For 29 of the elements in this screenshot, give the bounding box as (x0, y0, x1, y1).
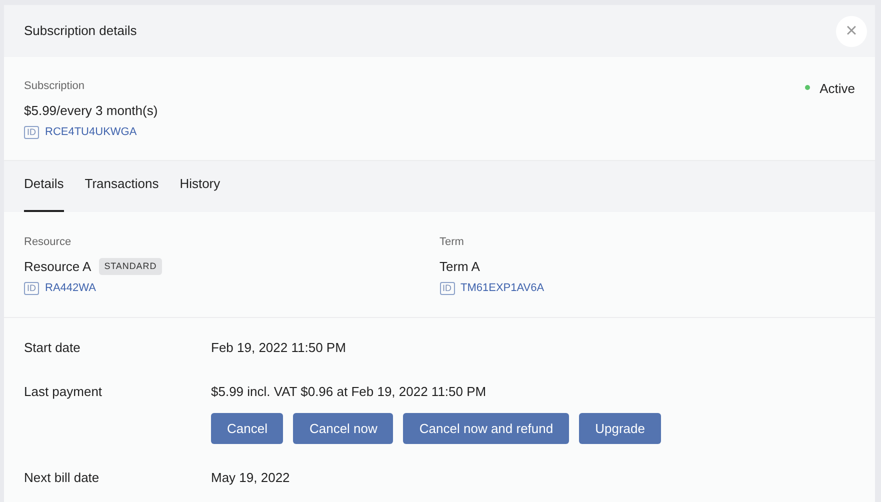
field-label: Resource (24, 235, 72, 250)
field-value: Term A (440, 258, 480, 276)
row-value: May 19, 2022 (211, 469, 290, 487)
id-badge: ID (24, 282, 39, 295)
field-label: Term (440, 235, 465, 250)
row-label: Last payment (24, 382, 104, 401)
status-text: Active (820, 80, 855, 98)
field-value: Resource A (24, 258, 92, 276)
tag: STANDARD (99, 258, 162, 275)
action-button[interactable]: Cancel now and refund (403, 413, 570, 444)
section-label: Subscription (24, 79, 86, 94)
id-badge: ID (24, 126, 39, 139)
tab[interactable]: Details (24, 174, 64, 212)
row-label: Start date (24, 339, 82, 357)
tab[interactable]: History (180, 174, 220, 212)
action-button[interactable]: Upgrade (579, 413, 661, 444)
price-text: $5.99/every 3 month(s) (24, 102, 158, 120)
row-value: Feb 19, 2022 11:50 PM (211, 339, 346, 357)
action-button[interactable]: Cancel (211, 413, 284, 444)
row-value: $5.99 incl. VAT $0.96 at Feb 19, 2022 11:50 PM (211, 382, 488, 400)
action-button[interactable]: Cancel now (293, 413, 394, 444)
id-link[interactable]: RA442WA (45, 280, 96, 296)
row-label: Next bill date (24, 469, 100, 487)
dialog-title: Subscription details (24, 22, 137, 40)
id-link[interactable]: RCE4TU4UKWGA (45, 124, 137, 140)
id-badge: ID (440, 282, 454, 295)
tab[interactable]: Transactions (84, 174, 159, 212)
id-link[interactable]: TM61EXP1AV6A (460, 280, 544, 296)
close-button[interactable]: × (836, 16, 867, 46)
